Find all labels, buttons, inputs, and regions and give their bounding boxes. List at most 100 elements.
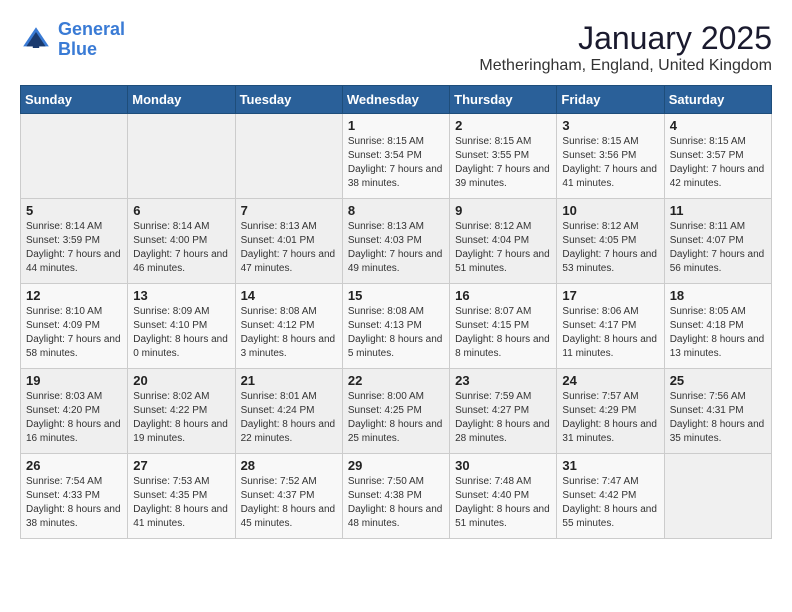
calendar-cell: 16 Sunrise: 8:07 AM Sunset: 4:15 PM Dayli…	[450, 284, 557, 369]
day-info: Sunrise: 8:07 AM Sunset: 4:15 PM Dayligh…	[455, 305, 551, 361]
calendar-cell: 11 Sunrise: 8:11 AM Sunset: 4:07 PM Dayli…	[664, 199, 771, 284]
day-number: 31	[562, 458, 658, 473]
calendar-cell: 9 Sunrise: 8:12 AM Sunset: 4:04 PM Daylig…	[450, 199, 557, 284]
day-info: Sunrise: 8:13 AM Sunset: 4:01 PM Dayligh…	[241, 220, 337, 276]
calendar-subtitle: Metheringham, England, United Kingdom	[479, 57, 772, 75]
day-info: Sunrise: 8:05 AM Sunset: 4:18 PM Dayligh…	[670, 305, 766, 361]
calendar-cell: 17Sunrise: 8:06 AM Sunset: 4:17 PM Dayli…	[557, 284, 664, 369]
day-info: Sunrise: 7:54 AM Sunset: 4:33 PM Dayligh…	[26, 475, 122, 531]
day-number: 27	[133, 458, 229, 473]
day-number: 15	[348, 288, 444, 303]
day-number: 5	[26, 203, 122, 218]
logo: General Blue	[20, 20, 125, 60]
logo-icon	[20, 24, 52, 56]
calendar-cell: 28 Sunrise: 7:52 AM Sunset: 4:37 PM Dayli…	[235, 454, 342, 539]
day-number: 1	[348, 118, 444, 133]
day-info: Sunrise: 8:02 AM Sunset: 4:22 PM Dayligh…	[133, 390, 229, 446]
day-info: Sunrise: 8:14 AM Sunset: 3:59 PM Dayligh…	[26, 220, 122, 276]
calendar-cell: 14 Sunrise: 8:08 AM Sunset: 4:12 PM Dayli…	[235, 284, 342, 369]
logo-line2: Blue	[58, 39, 97, 59]
day-info: Sunrise: 8:15 AM Sunset: 3:57 PM Dayligh…	[670, 135, 766, 191]
day-number: 3	[562, 118, 658, 133]
day-info: Sunrise: 7:48 AM Sunset: 4:40 PM Dayligh…	[455, 475, 551, 531]
day-number: 9	[455, 203, 551, 218]
calendar-cell	[21, 114, 128, 199]
calendar-cell	[664, 454, 771, 539]
day-number: 30	[455, 458, 551, 473]
day-info: Sunrise: 7:52 AM Sunset: 4:37 PM Dayligh…	[241, 475, 337, 531]
day-info: Sunrise: 8:08 AM Sunset: 4:13 PM Dayligh…	[348, 305, 444, 361]
calendar-cell: 3 Sunrise: 8:15 AM Sunset: 3:56 PM Daylig…	[557, 114, 664, 199]
day-info: Sunrise: 8:09 AM Sunset: 4:10 PM Dayligh…	[133, 305, 229, 361]
calendar-cell: 23 Sunrise: 7:59 AM Sunset: 4:27 PM Dayli…	[450, 369, 557, 454]
page-header: General Blue January 2025 Metheringham, …	[20, 20, 772, 75]
day-info: Sunrise: 8:15 AM Sunset: 3:56 PM Dayligh…	[562, 135, 658, 191]
calendar-cell: 4 Sunrise: 8:15 AM Sunset: 3:57 PM Daylig…	[664, 114, 771, 199]
calendar-week-row: 1 Sunrise: 8:15 AM Sunset: 3:54 PM Daylig…	[21, 114, 772, 199]
day-info: Sunrise: 7:57 AM Sunset: 4:29 PM Dayligh…	[562, 390, 658, 446]
header-friday: Friday	[557, 86, 664, 114]
calendar-cell: 18Sunrise: 8:05 AM Sunset: 4:18 PM Dayli…	[664, 284, 771, 369]
calendar-cell: 2 Sunrise: 8:15 AM Sunset: 3:55 PM Daylig…	[450, 114, 557, 199]
day-info: Sunrise: 8:01 AM Sunset: 4:24 PM Dayligh…	[241, 390, 337, 446]
day-number: 28	[241, 458, 337, 473]
calendar-body: 1 Sunrise: 8:15 AM Sunset: 3:54 PM Daylig…	[21, 114, 772, 539]
title-block: January 2025 Metheringham, England, Unit…	[479, 20, 772, 75]
day-info: Sunrise: 7:50 AM Sunset: 4:38 PM Dayligh…	[348, 475, 444, 531]
calendar-week-row: 12 Sunrise: 8:10 AM Sunset: 4:09 PM Dayli…	[21, 284, 772, 369]
day-info: Sunrise: 7:59 AM Sunset: 4:27 PM Dayligh…	[455, 390, 551, 446]
calendar-cell: 25Sunrise: 7:56 AM Sunset: 4:31 PM Dayli…	[664, 369, 771, 454]
day-number: 8	[348, 203, 444, 218]
day-number: 6	[133, 203, 229, 218]
day-number: 10	[562, 203, 658, 218]
day-number: 29	[348, 458, 444, 473]
logo-text: General Blue	[58, 20, 125, 60]
calendar-cell: 15 Sunrise: 8:08 AM Sunset: 4:13 PM Dayli…	[342, 284, 449, 369]
header-tuesday: Tuesday	[235, 86, 342, 114]
day-info: Sunrise: 8:10 AM Sunset: 4:09 PM Dayligh…	[26, 305, 122, 361]
calendar-cell	[235, 114, 342, 199]
day-number: 12	[26, 288, 122, 303]
day-number: 14	[241, 288, 337, 303]
day-number: 26	[26, 458, 122, 473]
day-info: Sunrise: 8:15 AM Sunset: 3:55 PM Dayligh…	[455, 135, 551, 191]
day-info: Sunrise: 8:00 AM Sunset: 4:25 PM Dayligh…	[348, 390, 444, 446]
calendar-cell: 27 Sunrise: 7:53 AM Sunset: 4:35 PM Dayli…	[128, 454, 235, 539]
header-saturday: Saturday	[664, 86, 771, 114]
day-number: 4	[670, 118, 766, 133]
calendar-cell: 19Sunrise: 8:03 AM Sunset: 4:20 PM Dayli…	[21, 369, 128, 454]
day-number: 13	[133, 288, 229, 303]
day-number: 11	[670, 203, 766, 218]
day-number: 2	[455, 118, 551, 133]
calendar-table: Sunday Monday Tuesday Wednesday Thursday…	[20, 85, 772, 539]
day-info: Sunrise: 8:15 AM Sunset: 3:54 PM Dayligh…	[348, 135, 444, 191]
header-sunday: Sunday	[21, 86, 128, 114]
calendar-header: Sunday Monday Tuesday Wednesday Thursday…	[21, 86, 772, 114]
day-number: 22	[348, 373, 444, 388]
logo-line1: General	[58, 19, 125, 39]
calendar-cell: 29 Sunrise: 7:50 AM Sunset: 4:38 PM Dayli…	[342, 454, 449, 539]
day-info: Sunrise: 7:53 AM Sunset: 4:35 PM Dayligh…	[133, 475, 229, 531]
calendar-cell: 10 Sunrise: 8:12 AM Sunset: 4:05 PM Dayli…	[557, 199, 664, 284]
calendar-week-row: 26 Sunrise: 7:54 AM Sunset: 4:33 PM Dayli…	[21, 454, 772, 539]
calendar-cell: 22 Sunrise: 8:00 AM Sunset: 4:25 PM Dayli…	[342, 369, 449, 454]
calendar-cell: 21Sunrise: 8:01 AM Sunset: 4:24 PM Dayli…	[235, 369, 342, 454]
day-number: 20	[133, 373, 229, 388]
day-info: Sunrise: 8:12 AM Sunset: 4:05 PM Dayligh…	[562, 220, 658, 276]
calendar-cell: 24 Sunrise: 7:57 AM Sunset: 4:29 PM Dayli…	[557, 369, 664, 454]
day-info: Sunrise: 8:03 AM Sunset: 4:20 PM Dayligh…	[26, 390, 122, 446]
day-info: Sunrise: 8:12 AM Sunset: 4:04 PM Dayligh…	[455, 220, 551, 276]
day-number: 16	[455, 288, 551, 303]
day-info: Sunrise: 8:08 AM Sunset: 4:12 PM Dayligh…	[241, 305, 337, 361]
day-info: Sunrise: 7:56 AM Sunset: 4:31 PM Dayligh…	[670, 390, 766, 446]
calendar-week-row: 5 Sunrise: 8:14 AM Sunset: 3:59 PM Daylig…	[21, 199, 772, 284]
calendar-cell: 13 Sunrise: 8:09 AM Sunset: 4:10 PM Dayli…	[128, 284, 235, 369]
calendar-cell: 7Sunrise: 8:13 AM Sunset: 4:01 PM Daylig…	[235, 199, 342, 284]
calendar-cell: 12 Sunrise: 8:10 AM Sunset: 4:09 PM Dayli…	[21, 284, 128, 369]
header-row: Sunday Monday Tuesday Wednesday Thursday…	[21, 86, 772, 114]
day-number: 24	[562, 373, 658, 388]
day-info: Sunrise: 8:11 AM Sunset: 4:07 PM Dayligh…	[670, 220, 766, 276]
calendar-cell: 5 Sunrise: 8:14 AM Sunset: 3:59 PM Daylig…	[21, 199, 128, 284]
day-number: 23	[455, 373, 551, 388]
calendar-cell: 1 Sunrise: 8:15 AM Sunset: 3:54 PM Daylig…	[342, 114, 449, 199]
